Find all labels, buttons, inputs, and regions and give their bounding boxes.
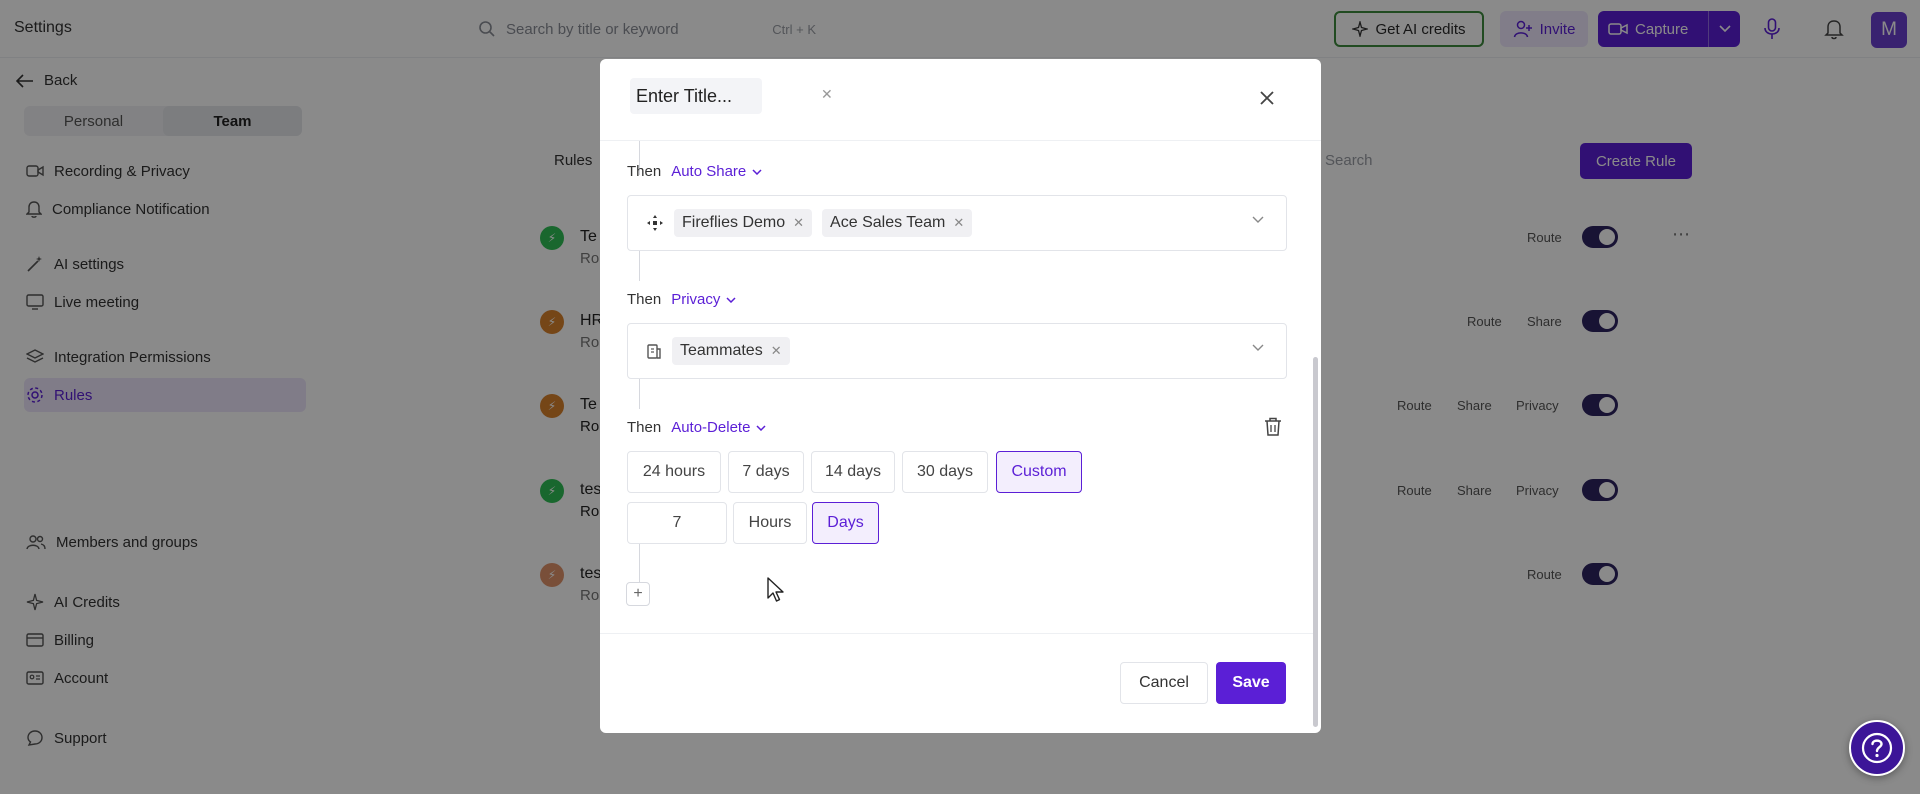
remove-chip-icon[interactable]: ✕	[953, 215, 964, 231]
then-label: Then	[627, 163, 662, 180]
then-label: Then	[627, 291, 662, 308]
then-label: Then	[627, 419, 662, 436]
delete-option-24-hours[interactable]: 24 hours	[627, 451, 721, 493]
chip-label: Ace Sales Team	[830, 214, 946, 231]
save-button[interactable]: Save	[1216, 662, 1286, 704]
chevron-down-icon	[1252, 216, 1264, 223]
share-icon	[647, 215, 663, 231]
remove-chip-icon[interactable]: ✕	[793, 215, 804, 231]
chevron-down-icon	[756, 424, 766, 431]
chevron-down-icon	[1252, 344, 1264, 351]
flow-connector	[639, 543, 640, 585]
step-privacy-header: Then Privacy	[627, 291, 736, 308]
building-icon	[647, 344, 661, 359]
action-label: Privacy	[671, 291, 721, 308]
question-icon	[1861, 732, 1893, 764]
delete-step-button[interactable]	[1264, 417, 1282, 442]
step-auto-share-header: Then Auto Share	[627, 163, 762, 180]
add-step-button[interactable]: +	[626, 582, 650, 606]
flow-connector	[639, 377, 640, 409]
chip-label: Fireflies Demo	[682, 214, 786, 231]
rule-title-input[interactable]	[630, 78, 762, 114]
modal-header: ✕	[600, 59, 1321, 141]
help-button[interactable]	[1849, 720, 1905, 776]
chevron-down-icon	[726, 296, 736, 303]
recipient-chip: Fireflies Demo ✕	[674, 209, 813, 237]
clear-title-icon[interactable]: ✕	[821, 86, 833, 103]
delete-option-14-days[interactable]: 14 days	[811, 451, 895, 493]
flow-connector	[639, 249, 640, 281]
rule-editor-modal: ✕ Then Auto Share Fireflies Demo ✕ Ace S…	[600, 59, 1321, 733]
cancel-button[interactable]: Cancel	[1120, 662, 1208, 704]
chevron-down-icon	[752, 168, 762, 175]
modal-scrollbar[interactable]	[1313, 357, 1318, 727]
chip-label: Teammates	[680, 342, 763, 359]
delete-option-7-days[interactable]: 7 days	[728, 451, 804, 493]
privacy-chip: Teammates ✕	[672, 337, 790, 365]
unit-hours[interactable]: Hours	[733, 502, 807, 544]
action-select-privacy[interactable]: Privacy	[671, 291, 736, 308]
action-select-auto-delete[interactable]: Auto-Delete	[671, 419, 766, 436]
action-select-auto-share[interactable]: Auto Share	[671, 163, 762, 180]
action-label: Auto Share	[671, 163, 747, 180]
delete-option-custom[interactable]: Custom	[996, 451, 1082, 493]
mouse-cursor-icon	[766, 576, 786, 609]
step-auto-delete-header: Then Auto-Delete	[627, 419, 766, 436]
delete-option-30-days[interactable]: 30 days	[902, 451, 988, 493]
custom-duration-input[interactable]: 7	[627, 502, 727, 544]
remove-chip-icon[interactable]: ✕	[771, 343, 782, 359]
privacy-select[interactable]: Teammates ✕	[627, 323, 1287, 379]
share-recipients-select[interactable]: Fireflies Demo ✕ Ace Sales Team ✕	[627, 195, 1287, 251]
recipient-chip: Ace Sales Team ✕	[822, 209, 973, 237]
unit-days[interactable]: Days	[812, 502, 879, 544]
action-label: Auto-Delete	[671, 419, 751, 436]
close-icon[interactable]	[1256, 87, 1278, 109]
trash-icon	[1265, 417, 1281, 436]
